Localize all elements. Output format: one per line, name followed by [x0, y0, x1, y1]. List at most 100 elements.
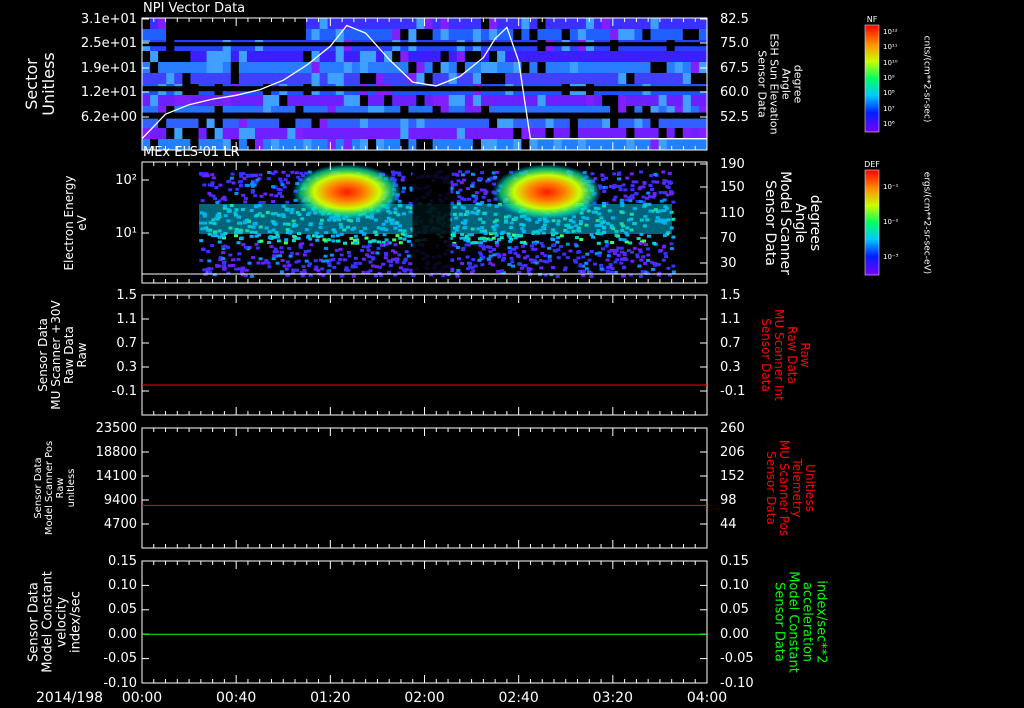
y-axis-label-left: Raw: [74, 342, 89, 368]
npi-cell: [456, 18, 466, 29]
els-cell: [574, 244, 579, 248]
npi-cell: [263, 128, 272, 139]
y-tick-label-left: 18800: [95, 444, 137, 460]
npi-cell: [464, 117, 474, 128]
npi-cell: [327, 51, 337, 62]
els-cell: [353, 238, 357, 242]
els-cell: [358, 261, 363, 265]
y-tick-label-right: 152: [720, 468, 745, 484]
els-cell: [644, 243, 649, 247]
els-cell: [616, 253, 621, 257]
els-cell: [221, 251, 226, 255]
npi-cell: [642, 29, 651, 40]
els-cell: [540, 251, 545, 255]
els-cell: [511, 264, 515, 268]
els-cell: [244, 268, 249, 272]
els-cell: [271, 257, 276, 261]
els-cell: [601, 178, 606, 181]
els-cell: [264, 259, 269, 262]
npi-cell: [682, 117, 692, 128]
els-cell: [261, 201, 266, 204]
els-cell: [622, 251, 627, 255]
npi-cell: [142, 117, 151, 128]
npi-cell: [521, 62, 530, 73]
els-cell: [210, 173, 215, 177]
npi-cell: [537, 128, 547, 139]
npi-cell: [456, 95, 466, 106]
npi-cell: [230, 117, 240, 128]
npi-cell: [432, 62, 442, 73]
els-cell: [391, 257, 396, 261]
npi-cell: [577, 18, 587, 29]
npi-cell: [682, 29, 692, 40]
els-cell: [226, 180, 231, 184]
y-tick-label-left: 0.00: [108, 626, 137, 642]
els-cell: [206, 250, 211, 253]
y-tick-label-left: 0.3: [116, 359, 137, 375]
npi-cell: [577, 139, 587, 150]
els-cell: [388, 264, 393, 268]
npi-cell: [384, 62, 393, 73]
npi-cell: [545, 29, 555, 40]
npi-cell: [569, 29, 579, 40]
els-cell: [309, 243, 314, 247]
els-cell: [236, 257, 241, 261]
els-cell: [576, 250, 581, 254]
npi-cell: [384, 51, 393, 62]
npi-cell: [295, 128, 304, 139]
els-cell: [371, 264, 376, 268]
npi-cell: [674, 51, 684, 62]
npi-cell: [561, 95, 571, 106]
els-cell: [279, 246, 284, 250]
npi-cell: [335, 117, 345, 128]
els-cell: [308, 237, 313, 241]
els-cell: [258, 257, 263, 261]
npi-cell: [279, 117, 288, 128]
npi-cell: [481, 18, 490, 29]
npi-cell: [287, 95, 296, 106]
npi-cell: [440, 51, 450, 62]
els-cell: [296, 259, 301, 263]
y-axis-label-right: Model Constant: [785, 571, 801, 673]
npi-cell: [182, 128, 191, 139]
els-cell: [375, 251, 380, 255]
npi-cell: [392, 128, 401, 139]
npi-cell: [432, 73, 442, 84]
els-cell: [629, 172, 634, 176]
x-tick-label: 00:00: [121, 690, 163, 706]
npi-cell: [311, 117, 321, 128]
npi-cell: [400, 117, 409, 128]
els-cell: [468, 262, 473, 266]
els-cell: [662, 234, 667, 238]
y-axis-label-left: Raw: [54, 477, 66, 499]
y-tick-label-right: 0.00: [720, 626, 749, 642]
els-cell: [298, 245, 303, 249]
els-cell: [542, 259, 547, 263]
els-cell: [390, 170, 395, 174]
npi-cell: [585, 62, 595, 73]
els-cell: [635, 255, 640, 259]
els-cell: [267, 265, 272, 269]
els-cell: [556, 236, 561, 240]
npi-cell: [610, 95, 619, 106]
colorbar-tick-label: 10⁷: [883, 104, 895, 113]
els-cell: [637, 264, 642, 268]
els-cell: [667, 180, 672, 184]
npi-cell: [327, 73, 337, 84]
els-cell: [285, 181, 290, 185]
els-cell: [278, 254, 282, 258]
els-cell: [457, 257, 461, 261]
els-cell: [507, 263, 512, 267]
npi-cell: [206, 117, 216, 128]
els-cell: [565, 256, 570, 260]
npi-cell: [400, 139, 409, 150]
npi-cell: [658, 117, 668, 128]
els-cell: [573, 259, 577, 263]
npi-cell: [263, 73, 272, 84]
npi-cell: [674, 139, 684, 150]
els-cell: [202, 268, 207, 272]
npi-cell: [368, 73, 377, 84]
y-axis-label-left: Sensor Data: [35, 318, 50, 392]
els-cell: [478, 241, 483, 245]
els-cell: [641, 255, 646, 259]
